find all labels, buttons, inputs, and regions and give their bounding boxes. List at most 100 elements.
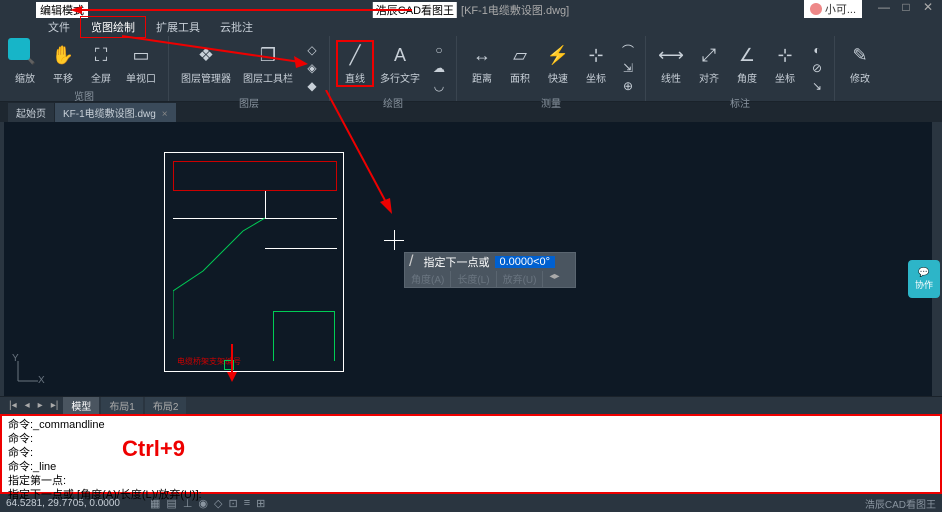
tool-coord[interactable]: ⊹坐标 — [577, 40, 615, 87]
tool-align[interactable]: ⤢对齐 — [690, 40, 728, 87]
cmd-line-5: 指定第一点: — [8, 474, 934, 488]
radius-icon[interactable]: ◐ — [806, 42, 828, 58]
menu-file[interactable]: 文件 — [38, 17, 80, 37]
dyn-line-icon: / — [405, 253, 417, 271]
dyn-nav-icon[interactable]: ◂▸ — [543, 271, 565, 287]
tool-linear[interactable]: ⟷线性 — [652, 40, 690, 87]
close-button[interactable]: ✕ — [918, 0, 938, 16]
tool-layer-manager[interactable]: ❖图层管理器 — [175, 40, 237, 87]
fullscreen-icon: ⛶ — [88, 42, 114, 68]
user-name: 小可... — [825, 1, 856, 17]
collaborate-button[interactable]: 💬 协作 — [908, 260, 940, 298]
tool-viewport[interactable]: ▭单视口 — [120, 40, 162, 87]
dynamic-prompt: 指定下一点或 — [417, 254, 495, 270]
scale-icon[interactable]: ⇲ — [617, 60, 639, 76]
linear-dim-icon: ⟷ — [658, 42, 684, 68]
tool-line[interactable]: ╱直线 — [336, 40, 374, 87]
tool-pan[interactable]: ✋平移 — [44, 40, 82, 87]
tool-fullscreen[interactable]: ⛶全屏 — [82, 40, 120, 87]
green-rect — [273, 311, 335, 361]
group-label-layer: 图层 — [169, 94, 329, 111]
diameter-icon[interactable]: ⊘ — [806, 60, 828, 76]
tool-layer-toolbar[interactable]: ❒图层工具栏 — [237, 40, 299, 87]
modify-icon: ✎ — [847, 42, 873, 68]
chat-icon: 💬 — [918, 267, 929, 278]
dyn-opt-undo[interactable]: 放弃(U) — [497, 271, 544, 287]
menu-bar: 文件 览图绘制 扩展工具 云批注 — [0, 18, 942, 36]
maximize-button[interactable]: □ — [896, 0, 916, 16]
user-panel[interactable]: 小可... — [804, 0, 862, 18]
ribbon-group-draw: ╱直线 A多行文字 ○ ☁ ◡ 绘图 — [330, 36, 457, 101]
red-frame-top — [173, 161, 337, 191]
window-controls: — □ ✕ — [874, 0, 938, 16]
ribbon: 🔍缩放 ✋平移 ⛶全屏 ▭单视口 览图 ❖图层管理器 ❒图层工具栏 ◇ ◈ ◆ … — [0, 36, 942, 102]
snap-marker — [224, 360, 234, 370]
tool-modify[interactable]: ✎修改 — [841, 40, 879, 87]
arc-icon[interactable]: ⌒ — [617, 42, 639, 58]
leader-icon[interactable]: ↘ — [806, 78, 828, 94]
ribbon-group-modify: ✎修改 — [835, 36, 885, 101]
layer-freeze-icon[interactable]: ◈ — [301, 60, 323, 76]
tool-coord2[interactable]: ⊹坐标 — [766, 40, 804, 87]
tool-angle[interactable]: ∠角度 — [728, 40, 766, 87]
cmd-line-1: 命令:_commandline — [8, 418, 934, 432]
group-label-view: 览图 — [0, 87, 168, 104]
circle-icon[interactable]: ○ — [428, 42, 450, 58]
group-label-draw: 绘图 — [330, 94, 456, 111]
layout-next[interactable]: ▸ — [35, 400, 46, 411]
angle-dim-icon: ∠ — [734, 42, 760, 68]
layer-mini-tools: ◇ ◈ ◆ — [301, 42, 323, 94]
layout-tabs: |◂ ◂ ▸ ▸| 模型 布局1 布局2 — [0, 396, 942, 414]
app-title: 浩辰CAD看图王 — [373, 2, 457, 18]
group-label-measure: 测量 — [457, 94, 645, 111]
viewport-icon: ▭ — [128, 42, 154, 68]
measure-mini-tools: ⌒ ⇲ ⊕ — [617, 42, 639, 94]
window-title: 浩辰CAD看图王 [KF-1电缆敷设图.dwg] — [373, 2, 569, 18]
coord-icon: ⊹ — [583, 42, 609, 68]
area-icon: ▱ — [507, 42, 533, 68]
layer-lock-icon[interactable]: ◆ — [301, 78, 323, 94]
layout-model[interactable]: 模型 — [63, 397, 99, 414]
layout-last[interactable]: ▸| — [48, 400, 62, 411]
coord2-icon: ⊹ — [772, 42, 798, 68]
drawing-canvas[interactable]: 电缆桥架支架编号 YX / 指定下一点或 0.0000<0° 角度(A) 长度(… — [0, 122, 942, 396]
command-panel[interactable]: 命令:_commandline 命令: 命令: 命令:_line 指定第一点: … — [0, 414, 942, 494]
tab-start[interactable]: 起始页 — [8, 103, 54, 122]
user-avatar-icon — [810, 3, 822, 15]
tab-file[interactable]: KF-1电缆敷设图.dwg× — [55, 103, 176, 122]
dynamic-input: / 指定下一点或 0.0000<0° 角度(A) 长度(L) 放弃(U) ◂▸ — [404, 252, 576, 288]
drawing-frame: 电缆桥架支架编号 — [164, 152, 344, 372]
layers-icon: ❖ — [193, 42, 219, 68]
group-label-annotate: 标注 — [646, 94, 834, 111]
layout-2[interactable]: 布局2 — [145, 397, 187, 414]
id-icon[interactable]: ⊕ — [617, 78, 639, 94]
dyn-opt-length[interactable]: 长度(L) — [451, 271, 496, 287]
crosshair-cursor — [384, 230, 404, 250]
layer-toolbar-icon: ❒ — [255, 42, 281, 68]
dynamic-input-field[interactable]: 0.0000<0° — [495, 256, 555, 268]
menu-ext-tools[interactable]: 扩展工具 — [146, 17, 210, 37]
layout-first[interactable]: |◂ — [6, 400, 20, 411]
cmd-line-4: 命令:_line — [8, 460, 934, 474]
minimize-button[interactable]: — — [874, 0, 894, 16]
menu-cloud-annotate[interactable]: 云批注 — [210, 17, 263, 37]
ribbon-group-layer: ❖图层管理器 ❒图层工具栏 ◇ ◈ ◆ 图层 — [169, 36, 330, 101]
ribbon-group-annotate: ⟷线性 ⤢对齐 ∠角度 ⊹坐标 ◐ ⊘ ↘ 标注 — [646, 36, 835, 101]
tool-area[interactable]: ▱面积 — [501, 40, 539, 87]
tab-close-icon[interactable]: × — [162, 109, 168, 120]
tool-quick[interactable]: ⚡快速 — [539, 40, 577, 87]
revcloud-icon[interactable]: ◡ — [428, 78, 450, 94]
menu-view-draw[interactable]: 览图绘制 — [80, 16, 146, 38]
tool-distance[interactable]: ↔距离 — [463, 40, 501, 87]
layout-1[interactable]: 布局1 — [101, 397, 143, 414]
layout-prev[interactable]: ◂ — [22, 400, 33, 411]
app-icon[interactable] — [8, 38, 30, 60]
text-icon: A — [387, 42, 413, 68]
annotate-mini-tools: ◐ ⊘ ↘ — [806, 42, 828, 94]
pan-icon: ✋ — [50, 42, 76, 68]
cloud-icon[interactable]: ☁ — [428, 60, 450, 76]
dyn-opt-angle[interactable]: 角度(A) — [405, 271, 451, 287]
layer-off-icon[interactable]: ◇ — [301, 42, 323, 58]
distance-icon: ↔ — [469, 42, 495, 68]
tool-mtext[interactable]: A多行文字 — [374, 40, 426, 87]
